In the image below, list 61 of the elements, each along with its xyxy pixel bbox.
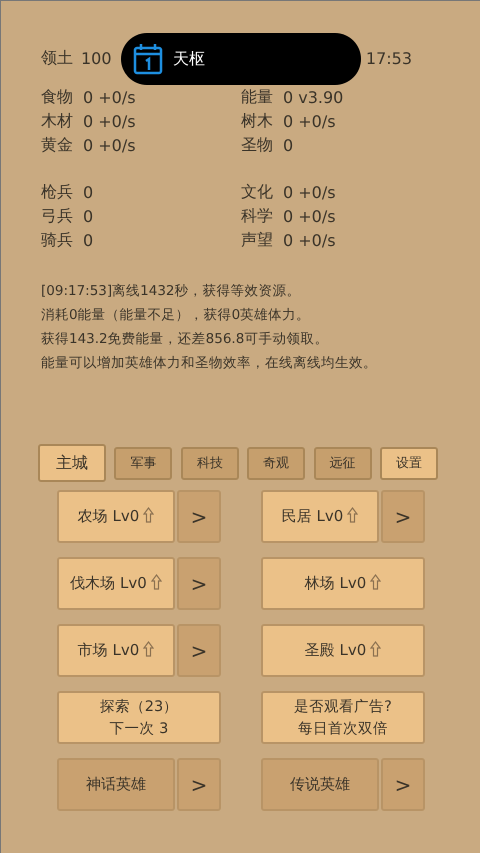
detail-button[interactable]: > [177,758,221,811]
stat-label: 黄金 [41,135,73,156]
stat-value: 0 [83,183,94,202]
action-button[interactable]: 探索（23） 下一次 3 [57,691,221,744]
detail-button[interactable]: > [177,624,221,677]
stat-value: 0 v3.90 [283,88,344,107]
upgrade-button[interactable]: 农场 Lv0 [57,490,175,543]
log-line: [09:17:53]离线1432秒，获得等效资源。 [41,282,302,301]
calendar-icon [133,43,163,75]
upgrade-button[interactable]: 圣殿 Lv0 [261,624,425,677]
detail-button[interactable]: > [177,557,221,610]
stat-label: 食物 [41,87,73,108]
detail-button[interactable]: > [381,758,425,811]
stat-value: 0 +0/s [83,112,136,131]
territory-value: 100 [81,48,112,68]
settings-button[interactable]: 设置 [380,446,438,480]
stat-label: 弓兵 [41,206,73,227]
stat-value: 0 [283,136,294,155]
stat-value: 0 +0/s [283,207,336,226]
tab[interactable]: 科技 [180,446,239,480]
upgrade-button[interactable]: 民居 Lv0 [261,490,379,543]
upgrade-arrow-icon [370,574,382,590]
action-button[interactable]: 是否观看广告? 每日首次双倍 [261,691,425,744]
stat-label: 圣物 [241,135,273,156]
stat-value: 0 [83,231,94,250]
tab[interactable]: 远征 [314,446,372,480]
summon-button[interactable]: 神话英雄 [57,758,175,811]
stat-value: 0 +0/s [83,88,136,107]
upgrade-button[interactable]: 林场 Lv0 [261,557,425,610]
upgrade-button[interactable]: 市场 Lv0 [57,624,175,677]
stat-value: 0 +0/s [283,231,336,250]
stat-label: 文化 [241,182,273,203]
stat-value: 0 +0/s [283,183,336,202]
tab[interactable]: 主城 [38,444,106,482]
stat-label: 木材 [41,111,73,132]
stat-value: 0 +0/s [83,136,136,155]
stat-label: 骑兵 [41,230,73,251]
upgrade-arrow-icon [143,507,154,523]
log-line: 消耗0能量（能量不足），获得0英雄体力。 [41,306,312,325]
tab[interactable]: 奇观 [247,446,306,480]
time-text: 17:53 [366,48,412,68]
stat-label: 树木 [241,111,273,132]
upgrade-arrow-icon [347,507,358,523]
stat-label: 声望 [241,230,273,251]
detail-button[interactable]: > [177,490,221,543]
stat-label: 科学 [241,206,273,227]
log-line: 获得143.2免费能量，还差856.8可手动领取。 [41,330,330,349]
notification-title: 天枢 [173,48,205,70]
stat-label: 能量 [241,87,273,108]
territory-label: 领土 [41,48,73,68]
upgrade-button[interactable]: 伐木场 Lv0 [57,557,175,610]
stat-label: 枪兵 [41,182,73,203]
upgrade-arrow-icon [370,641,382,657]
log-line: 能量可以增加英雄体力和圣物效率，在线离线均生效。 [41,354,378,373]
upgrade-arrow-icon [150,574,162,590]
upgrade-arrow-icon [143,641,154,657]
detail-button[interactable]: > [381,490,425,543]
stat-value: 0 [83,207,94,226]
tab[interactable]: 军事 [114,446,172,480]
stat-value: 0 +0/s [283,112,336,131]
summon-button[interactable]: 传说英雄 [261,758,379,811]
